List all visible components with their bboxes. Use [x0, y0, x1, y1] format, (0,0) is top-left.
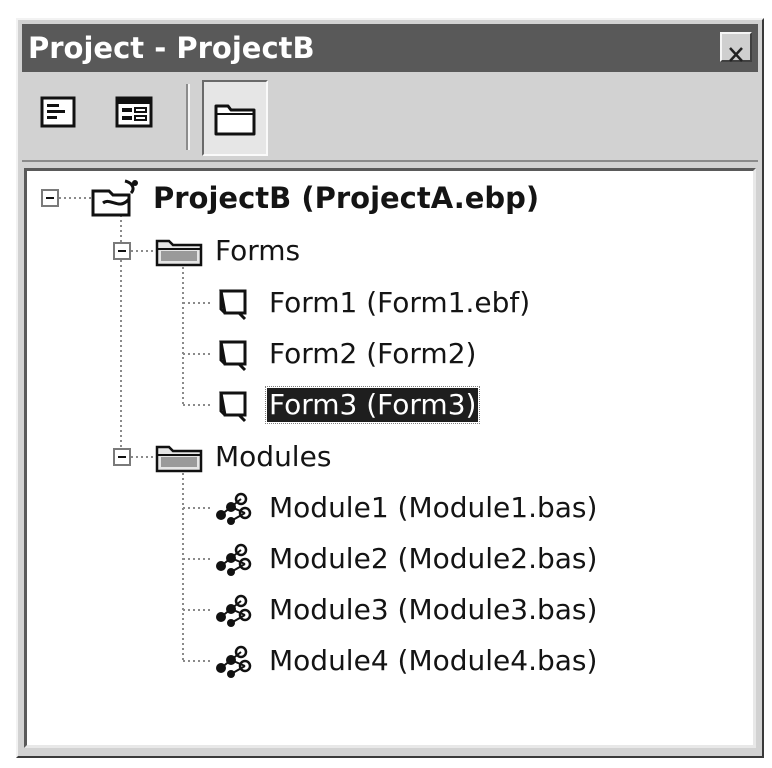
- module-icon: [216, 543, 252, 576]
- tree-item-form2[interactable]: Form2 (Form2): [269, 337, 476, 371]
- collapse-toggle-modules[interactable]: [113, 448, 131, 466]
- view-code-icon: [40, 96, 76, 128]
- project-icon: [91, 179, 138, 217]
- folder-label-forms[interactable]: Forms: [215, 234, 300, 268]
- tree-item-module4[interactable]: Module4 (Module4.bas): [269, 644, 597, 678]
- module-icon: [216, 594, 252, 627]
- form-icon: [219, 289, 247, 321]
- project-explorer-window: Project - ProjectB ProjectB (ProjectA.eb…: [16, 18, 764, 758]
- folder-icon: [155, 239, 203, 267]
- project-tree[interactable]: ProjectB (ProjectA.ebp) Forms Form1 (For…: [24, 168, 756, 748]
- view-object-button[interactable]: [114, 92, 154, 132]
- toolbar: [22, 76, 758, 162]
- title-bar[interactable]: Project - ProjectB: [22, 24, 758, 72]
- tree-item-form1[interactable]: Form1 (Form1.ebf): [269, 286, 530, 320]
- view-code-button[interactable]: [38, 92, 78, 132]
- collapse-toggle-forms[interactable]: [113, 242, 131, 260]
- folder-label-modules[interactable]: Modules: [215, 440, 331, 474]
- tree-item-module3[interactable]: Module3 (Module3.bas): [269, 593, 597, 627]
- module-icon: [216, 645, 252, 678]
- tree-item-module2[interactable]: Module2 (Module2.bas): [269, 542, 597, 576]
- close-button[interactable]: [720, 32, 752, 62]
- module-icon: [216, 492, 252, 525]
- window-title: Project - ProjectB: [28, 31, 315, 65]
- folder-icon: [155, 445, 203, 473]
- toggle-folders-icon: [214, 104, 256, 136]
- tree-root-label[interactable]: ProjectB (ProjectA.ebp): [153, 181, 539, 215]
- view-object-icon: [115, 96, 153, 128]
- tree-item-form3-selected[interactable]: Form3 (Form3): [264, 386, 481, 424]
- toggle-folders-button[interactable]: [202, 80, 268, 156]
- form-icon: [219, 340, 247, 372]
- form-icon: [219, 391, 247, 423]
- tree-item-module1[interactable]: Module1 (Module1.bas): [269, 491, 597, 525]
- collapse-toggle-root[interactable]: [41, 189, 59, 207]
- close-icon: [729, 47, 743, 62]
- toolbar-separator: [186, 84, 190, 150]
